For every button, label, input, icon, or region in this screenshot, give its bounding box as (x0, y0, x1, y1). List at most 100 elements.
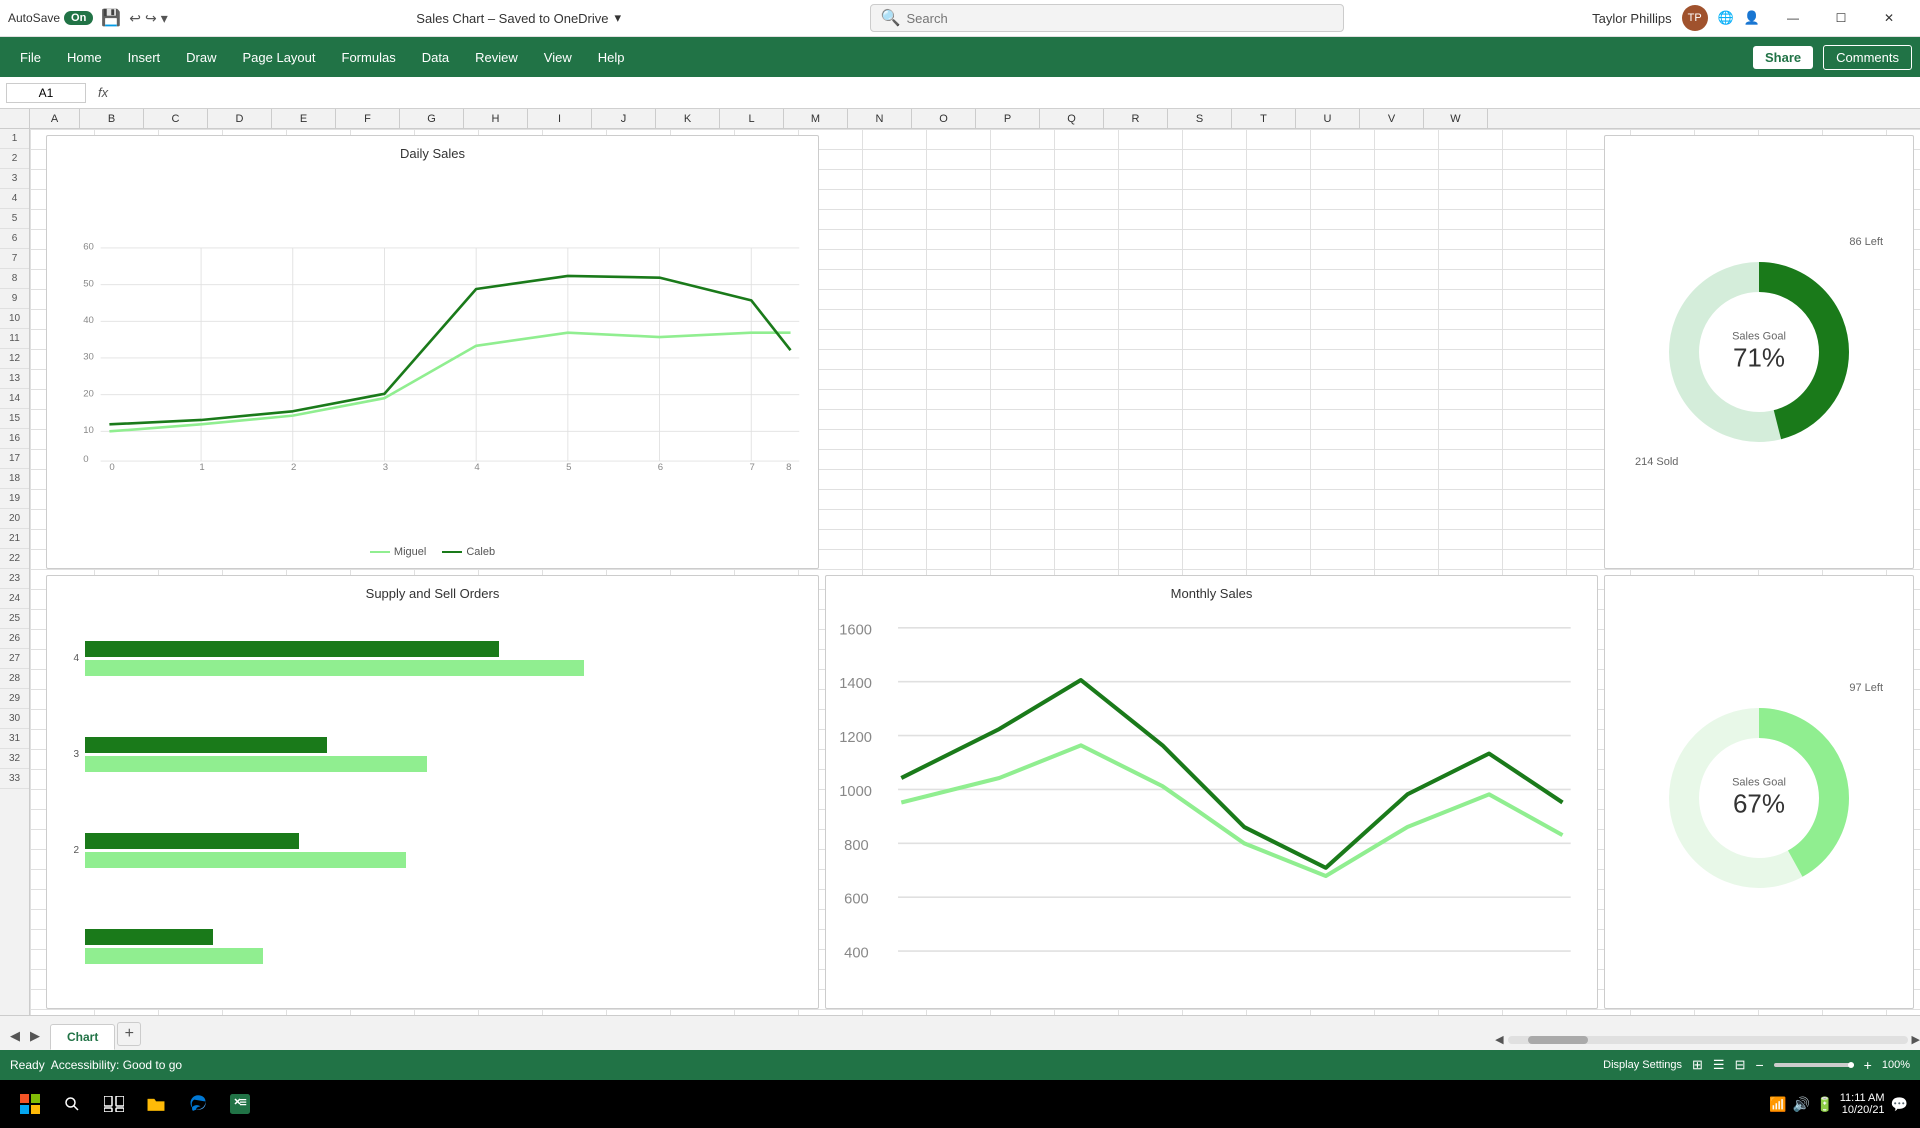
hscroll-left[interactable]: ◀ (1495, 1033, 1503, 1046)
col-Q[interactable]: Q (1040, 109, 1104, 128)
row-1[interactable]: 1 (0, 129, 29, 149)
cell-reference[interactable] (6, 83, 86, 103)
row-33[interactable]: 33 (0, 769, 29, 789)
battery-icon[interactable]: 🔋 (1816, 1096, 1833, 1113)
normal-view-icon[interactable]: ⊞ (1692, 1057, 1703, 1073)
row-6[interactable]: 6 (0, 229, 29, 249)
row-26[interactable]: 26 (0, 629, 29, 649)
menu-insert[interactable]: Insert (116, 44, 173, 71)
row-20[interactable]: 20 (0, 509, 29, 529)
col-G[interactable]: G (400, 109, 464, 128)
menu-data[interactable]: Data (410, 44, 461, 71)
edge-browser-button[interactable] (180, 1086, 216, 1122)
minimize-button[interactable]: — (1770, 0, 1816, 37)
row-21[interactable]: 21 (0, 529, 29, 549)
share-button[interactable]: Share (1753, 46, 1813, 69)
row-30[interactable]: 30 (0, 709, 29, 729)
menu-formulas[interactable]: Formulas (330, 44, 408, 71)
row-31[interactable]: 31 (0, 729, 29, 749)
row-9[interactable]: 9 (0, 289, 29, 309)
row-10[interactable]: 10 (0, 309, 29, 329)
scroll-right-icon[interactable]: ▶ (30, 1028, 40, 1044)
globe-icon[interactable]: 🌐 (1718, 10, 1734, 26)
menu-help[interactable]: Help (586, 44, 637, 71)
excel-taskbar-button[interactable] (222, 1086, 258, 1122)
col-E[interactable]: E (272, 109, 336, 128)
col-P[interactable]: P (976, 109, 1040, 128)
comments-button[interactable]: Comments (1823, 45, 1912, 70)
volume-icon[interactable]: 🔊 (1793, 1096, 1810, 1113)
col-B[interactable]: B (80, 109, 144, 128)
col-O[interactable]: O (912, 109, 976, 128)
col-V[interactable]: V (1360, 109, 1424, 128)
row-19[interactable]: 19 (0, 489, 29, 509)
col-T[interactable]: T (1232, 109, 1296, 128)
col-C[interactable]: C (144, 109, 208, 128)
hscroll-track[interactable] (1508, 1036, 1908, 1044)
row-17[interactable]: 17 (0, 449, 29, 469)
zoom-slider-thumb[interactable] (1848, 1062, 1854, 1068)
corner-cell[interactable] (0, 109, 30, 128)
row-12[interactable]: 12 (0, 349, 29, 369)
row-15[interactable]: 15 (0, 409, 29, 429)
col-D[interactable]: D (208, 109, 272, 128)
row-4[interactable]: 4 (0, 189, 29, 209)
hscroll-right[interactable]: ▶ (1912, 1033, 1920, 1046)
search-taskbar-button[interactable] (54, 1086, 90, 1122)
row-3[interactable]: 3 (0, 169, 29, 189)
col-L[interactable]: L (720, 109, 784, 128)
row-2[interactable]: 2 (0, 149, 29, 169)
display-settings-label[interactable]: Display Settings (1603, 1059, 1682, 1071)
menu-home[interactable]: Home (55, 44, 114, 71)
hscroll-thumb[interactable] (1528, 1036, 1588, 1044)
row-14[interactable]: 14 (0, 389, 29, 409)
col-H[interactable]: H (464, 109, 528, 128)
row-5[interactable]: 5 (0, 209, 29, 229)
col-F[interactable]: F (336, 109, 400, 128)
col-A[interactable]: A (30, 109, 80, 128)
menu-draw[interactable]: Draw (174, 44, 228, 71)
search-box[interactable]: 🔍 (870, 4, 1344, 32)
scroll-left-icon[interactable]: ◀ (10, 1028, 20, 1044)
row-13[interactable]: 13 (0, 369, 29, 389)
menu-pagelayout[interactable]: Page Layout (231, 44, 328, 71)
col-R[interactable]: R (1104, 109, 1168, 128)
row-25[interactable]: 25 (0, 609, 29, 629)
maximize-button[interactable]: ☐ (1818, 0, 1864, 37)
file-explorer-button[interactable] (138, 1086, 174, 1122)
autosave-toggle[interactable]: On (64, 11, 93, 25)
notification-icon[interactable]: 💬 (1891, 1096, 1908, 1113)
wifi-icon[interactable]: 📶 (1769, 1096, 1786, 1113)
undo-icon[interactable]: ↩ (129, 10, 141, 27)
menu-file[interactable]: File (8, 44, 53, 71)
col-K[interactable]: K (656, 109, 720, 128)
row-22[interactable]: 22 (0, 549, 29, 569)
col-N[interactable]: N (848, 109, 912, 128)
title-dropdown-icon[interactable]: ▾ (615, 10, 622, 26)
add-sheet-button[interactable]: + (117, 1022, 141, 1046)
formula-input[interactable] (120, 85, 1914, 100)
profile-icon[interactable]: 👤 (1744, 10, 1760, 26)
row-18[interactable]: 18 (0, 469, 29, 489)
col-M[interactable]: M (784, 109, 848, 128)
task-view-button[interactable] (96, 1086, 132, 1122)
row-29[interactable]: 29 (0, 689, 29, 709)
zoom-in-icon[interactable]: + (1864, 1057, 1872, 1073)
col-J[interactable]: J (592, 109, 656, 128)
col-W[interactable]: W (1424, 109, 1488, 128)
sheet-tab-chart[interactable]: Chart (50, 1024, 115, 1050)
zoom-out-icon[interactable]: − (1755, 1057, 1763, 1073)
row-16[interactable]: 16 (0, 429, 29, 449)
col-I[interactable]: I (528, 109, 592, 128)
col-S[interactable]: S (1168, 109, 1232, 128)
save-icon[interactable]: 💾 (101, 8, 121, 28)
menu-view[interactable]: View (532, 44, 584, 71)
redo-icon[interactable]: ↪ (145, 10, 157, 27)
zoom-slider[interactable] (1774, 1063, 1854, 1067)
row-32[interactable]: 32 (0, 749, 29, 769)
search-input[interactable] (907, 11, 1333, 26)
row-24[interactable]: 24 (0, 589, 29, 609)
menu-review[interactable]: Review (463, 44, 530, 71)
page-break-icon[interactable]: ⊟ (1735, 1057, 1746, 1073)
row-28[interactable]: 28 (0, 669, 29, 689)
